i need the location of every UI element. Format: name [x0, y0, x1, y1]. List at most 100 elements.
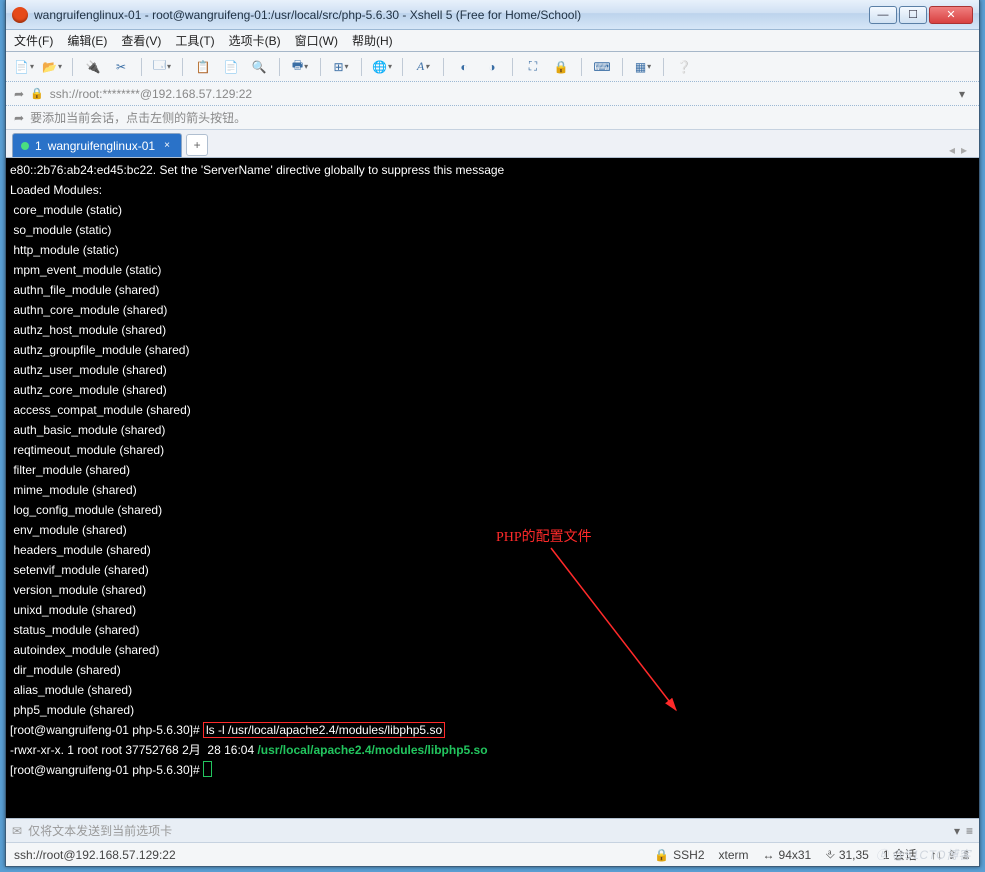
view-button[interactable]: ▦: [633, 57, 653, 77]
menu-view[interactable]: 查看(V): [121, 32, 161, 49]
term-line: reqtimeout_module (shared): [10, 440, 975, 460]
term-line: authz_user_module (shared): [10, 360, 975, 380]
menu-edit[interactable]: 编辑(E): [67, 32, 107, 49]
send-input[interactable]: 仅将文本发送到当前选项卡: [28, 822, 948, 839]
copy-button[interactable]: 📋: [193, 57, 213, 77]
watermark: ⓑ @51CTO博客: [876, 846, 971, 863]
highlighted-command: ls -l /usr/local/apache2.4/modules/libph…: [203, 722, 445, 738]
statusbar: ssh://root@192.168.57.129:22 🔒SSH2 xterm…: [6, 842, 979, 866]
tab-index: 1: [35, 139, 42, 153]
term-line: so_module (static): [10, 220, 975, 240]
menu-tabs[interactable]: 选项卡(B): [229, 32, 281, 49]
term-line: mpm_event_module (static): [10, 260, 975, 280]
menu-help[interactable]: 帮助(H): [352, 32, 393, 49]
menubar: 文件(F) 编辑(E) 查看(V) 工具(T) 选项卡(B) 窗口(W) 帮助(…: [6, 30, 979, 52]
menu-tools[interactable]: 工具(T): [175, 32, 214, 49]
status-cursor: 31,35: [839, 848, 869, 862]
print-button[interactable]: 🖶: [290, 57, 310, 77]
sendbar: ✉ 仅将文本发送到当前选项卡 ▾ ≡: [6, 818, 979, 842]
add-arrow-icon[interactable]: ➦: [14, 87, 24, 101]
menu-window[interactable]: 窗口(W): [295, 32, 338, 49]
term-line: authz_host_module (shared): [10, 320, 975, 340]
disconnect-button[interactable]: ✂: [111, 57, 131, 77]
term-line: authn_file_module (shared): [10, 280, 975, 300]
status-term: xterm: [719, 848, 749, 862]
layout-button[interactable]: ⊞: [331, 57, 351, 77]
tab-next-icon[interactable]: ▸: [961, 143, 967, 157]
keyboard-button[interactable]: ⌨: [592, 57, 612, 77]
term-line: dir_module (shared): [10, 660, 975, 680]
term-line: php5_module (shared): [10, 700, 975, 720]
send-dropdown[interactable]: ▾: [954, 824, 960, 838]
xagent-button[interactable]: ◐: [454, 57, 474, 77]
status-dot-icon: [21, 142, 29, 150]
reconnect-button[interactable]: 🔌: [83, 57, 103, 77]
info-text: 要添加当前会话，点击左侧的箭头按钮。: [30, 109, 246, 126]
term-line: headers_module (shared): [10, 540, 975, 560]
term-line: unixd_module (shared): [10, 600, 975, 620]
cursor-pos-icon: ⎀: [825, 847, 835, 862]
info-arrow-icon[interactable]: ➦: [14, 111, 24, 125]
close-button[interactable]: ✕: [929, 6, 973, 24]
toolbar: 📄 📂 🔌 ✂ 🗔 📋 📄 🔍 🖶 ⊞ 🌐 A ◐ ◑ ⛶ 🔒 ⌨ ▦ ❔: [6, 52, 979, 82]
term-line: mime_module (shared): [10, 480, 975, 500]
window-title: wangruifenglinux-01 - root@wangruifeng-0…: [34, 8, 869, 22]
open-button[interactable]: 📂: [42, 57, 62, 77]
term-line: env_module (shared): [10, 520, 975, 540]
term-line: Loaded Modules:: [10, 180, 975, 200]
tabstrip: 1 wangruifenglinux-01 × + ◂ ▸: [6, 130, 979, 158]
size-icon: ↔: [763, 848, 775, 862]
terminal[interactable]: e80::2b76:ab24:ed45:bc22. Set the 'Serve…: [6, 158, 979, 818]
term-line: authz_groupfile_module (shared): [10, 340, 975, 360]
tab-prev-icon[interactable]: ◂: [949, 143, 955, 157]
xftp-button[interactable]: ◑: [482, 57, 502, 77]
term-line: auth_basic_module (shared): [10, 420, 975, 440]
status-size: 94x31: [779, 848, 812, 862]
term-line: status_module (shared): [10, 620, 975, 640]
term-ls-line: -rwxr-xr-x. 1 root root 37752768 2月 28 1…: [10, 740, 975, 760]
term-line: access_compat_module (shared): [10, 400, 975, 420]
app-icon: [12, 7, 28, 23]
term-line: log_config_module (shared): [10, 500, 975, 520]
term-line: version_module (shared): [10, 580, 975, 600]
tab-name: wangruifenglinux-01: [48, 139, 155, 153]
term-line: authz_core_module (shared): [10, 380, 975, 400]
addressbar[interactable]: ➦ 🔒 ssh://root:********@192.168.57.129:2…: [6, 82, 979, 106]
help-button[interactable]: ❔: [674, 57, 694, 77]
term-prompt-line: [root@wangruifeng-01 php-5.6.30]#: [10, 760, 975, 780]
properties-button[interactable]: 🗔: [152, 57, 172, 77]
fullscreen-button[interactable]: ⛶: [523, 57, 543, 77]
address-dropdown[interactable]: ▾: [953, 87, 971, 101]
paste-button[interactable]: 📄: [221, 57, 241, 77]
term-line: core_module (static): [10, 200, 975, 220]
term-line: authn_core_module (shared): [10, 300, 975, 320]
term-line: http_module (static): [10, 240, 975, 260]
titlebar[interactable]: wangruifenglinux-01 - root@wangruifeng-0…: [6, 0, 979, 30]
menu-file[interactable]: 文件(F): [14, 32, 53, 49]
app-window: wangruifenglinux-01 - root@wangruifeng-0…: [5, 0, 980, 867]
infobar: ➦ 要添加当前会话，点击左侧的箭头按钮。: [6, 106, 979, 130]
encoding-button[interactable]: 🌐: [372, 57, 392, 77]
annotation-label: PHP的配置文件: [496, 528, 592, 548]
term-line: autoindex_module (shared): [10, 640, 975, 660]
status-conn: ssh://root@192.168.57.129:22: [14, 848, 640, 862]
new-tab-button[interactable]: +: [186, 134, 208, 156]
term-prompt-line: [root@wangruifeng-01 php-5.6.30]# ls -l …: [10, 720, 975, 740]
file-path: /usr/local/apache2.4/modules/libphp5.so: [257, 743, 487, 757]
session-tab[interactable]: 1 wangruifenglinux-01 ×: [12, 133, 182, 157]
new-session-button[interactable]: 📄: [14, 57, 34, 77]
address-text[interactable]: ssh://root:********@192.168.57.129:22: [50, 87, 252, 101]
cursor-icon: [203, 761, 212, 777]
find-button[interactable]: 🔍: [249, 57, 269, 77]
maximize-button[interactable]: ☐: [899, 6, 927, 24]
send-icon[interactable]: ✉: [12, 824, 22, 838]
term-line: filter_module (shared): [10, 460, 975, 480]
lock-button[interactable]: 🔒: [551, 57, 571, 77]
send-menu-icon[interactable]: ≡: [966, 824, 973, 838]
tab-close-icon[interactable]: ×: [161, 140, 173, 152]
font-button[interactable]: A: [413, 57, 433, 77]
lock-icon: 🔒: [30, 87, 44, 100]
term-line: alias_module (shared): [10, 680, 975, 700]
status-proto: SSH2: [673, 848, 704, 862]
minimize-button[interactable]: —: [869, 6, 897, 24]
